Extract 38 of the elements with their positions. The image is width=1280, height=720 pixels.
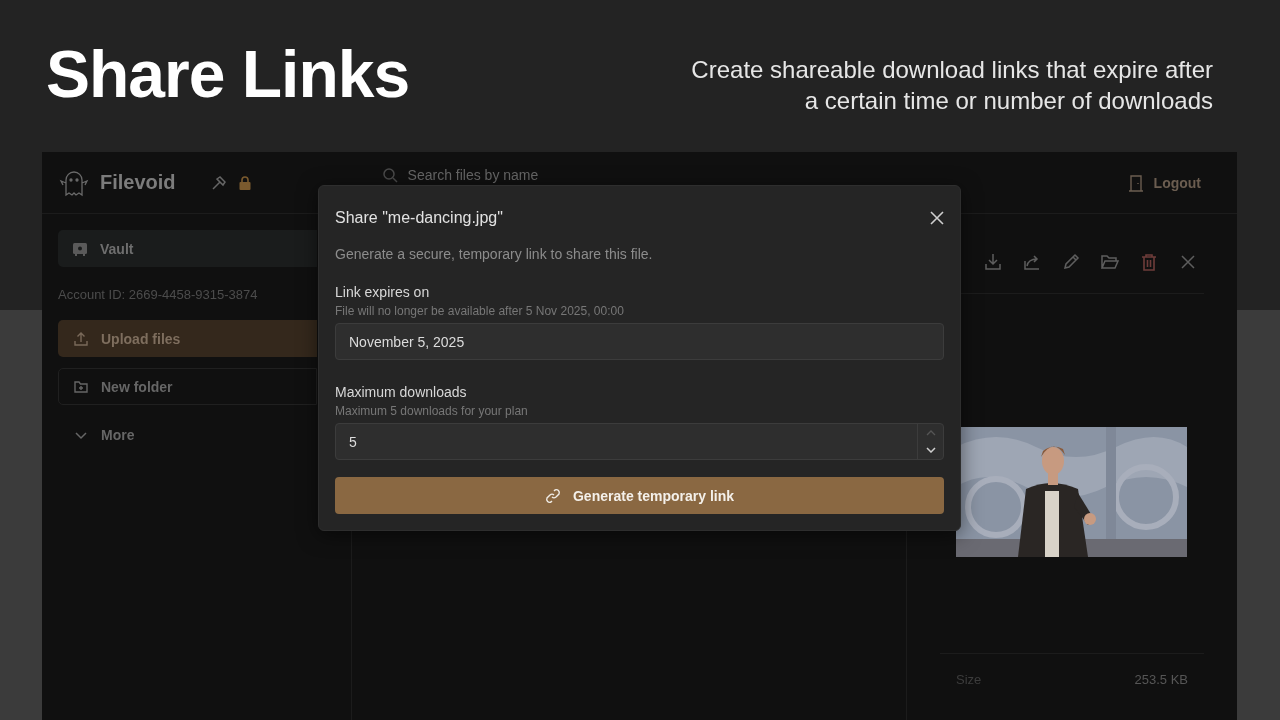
download-icon[interactable] [983, 252, 1003, 272]
field-hint: File will no longer be available after 5 Nov 2025, 00:00 [335, 304, 625, 318]
number-field[interactable]: 5 [335, 423, 944, 460]
increment-button[interactable] [925, 429, 936, 436]
chevron-down-icon [925, 447, 936, 454]
new-folder-button[interactable]: New folder [58, 368, 317, 405]
dialog-description: Generate a secure, temporary link to share this file. [335, 246, 654, 262]
search-field[interactable]: Search files by name [407, 166, 558, 183]
share-icon[interactable] [1022, 252, 1042, 272]
vault-item[interactable]: Vault [58, 230, 317, 267]
page-title: Share Links [46, 36, 410, 113]
field-label: Maximum downloads [335, 384, 468, 400]
dialog-title: Share "me-dancing.jpg" [335, 209, 503, 227]
upload-icon [73, 330, 89, 347]
size-value: 253.5 KB [1134, 672, 1188, 689]
chevron-up-icon [925, 429, 936, 436]
brand-name: Filevoid [100, 171, 176, 194]
trash-icon[interactable] [1139, 252, 1159, 272]
logout-button[interactable]: Logout [1127, 173, 1201, 192]
account-id: Account ID: 2669-4458-9315-3874 [58, 287, 258, 302]
more-toggle[interactable]: More [58, 416, 317, 453]
decrement-button[interactable] [925, 447, 936, 454]
generate-link-button[interactable]: Generate temporary link [335, 477, 944, 514]
field-hint: Maximum 5 downloads for your plan [335, 404, 529, 418]
date-field[interactable]: November 5, 2025 [335, 323, 944, 360]
folder-plus-icon [73, 378, 89, 395]
door-icon [1127, 173, 1144, 192]
pencil-icon[interactable] [1061, 252, 1081, 272]
close-button[interactable] [930, 211, 944, 225]
search-icon [381, 166, 398, 183]
folder-icon[interactable] [1100, 252, 1120, 272]
close-icon [930, 211, 944, 225]
upload-button[interactable]: Upload files [58, 320, 317, 357]
link-icon [544, 487, 561, 504]
page-subtitle: Create shareable download links that expire after a certain time or number of downloads [690, 55, 1213, 116]
field-label: Link expires on [335, 284, 431, 300]
safe-icon [72, 241, 88, 256]
lock-icon[interactable] [237, 174, 252, 191]
